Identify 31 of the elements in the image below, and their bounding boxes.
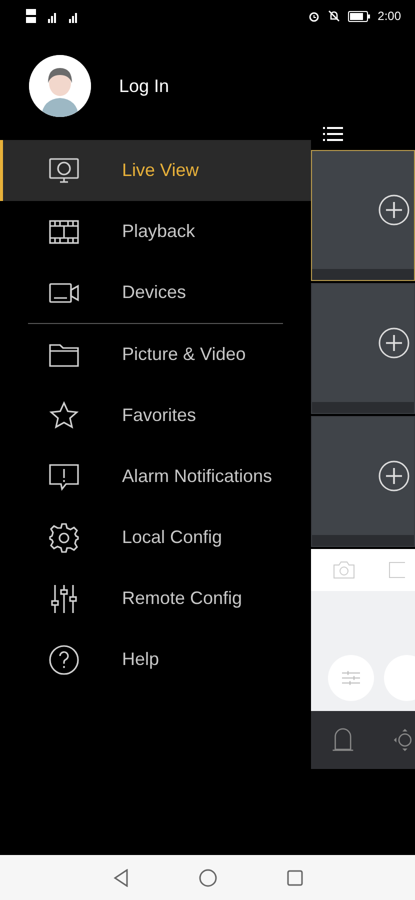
menu-item[interactable]: Devices	[0, 262, 311, 323]
add-icon[interactable]	[378, 194, 410, 226]
sliders-icon	[342, 671, 360, 685]
menu-item[interactable]: Picture & Video	[0, 324, 311, 385]
battery-icon	[348, 10, 370, 22]
help-icon	[48, 644, 80, 676]
menu-item[interactable]: Local Config	[0, 507, 311, 568]
menu-item[interactable]: Remote Config	[0, 568, 311, 629]
login-link[interactable]: Log In	[119, 72, 170, 100]
alarm-icon	[308, 10, 320, 22]
list-icon[interactable]	[323, 126, 343, 142]
video-tile[interactable]	[311, 283, 415, 414]
star-icon	[48, 400, 80, 432]
add-icon[interactable]	[378, 327, 410, 359]
menu-item[interactable]: Favorites	[0, 385, 311, 446]
menu-item[interactable]: Playback	[0, 201, 311, 262]
video-tile[interactable]	[311, 416, 415, 547]
video-tile[interactable]	[311, 150, 415, 281]
gear-icon	[48, 522, 80, 554]
alarm-light-icon[interactable]	[331, 726, 355, 754]
sliders-icon	[48, 582, 80, 614]
menu-item[interactable]: Help	[0, 629, 311, 690]
menu-item[interactable]: Alarm Notifications	[0, 446, 311, 507]
avatar-icon	[29, 55, 91, 117]
add-icon[interactable]	[378, 460, 410, 492]
muted-bell-icon	[328, 10, 340, 22]
back-icon[interactable]	[112, 868, 128, 886]
recents-icon[interactable]	[286, 870, 302, 886]
clock-time: 2:00	[378, 8, 401, 25]
home-icon[interactable]	[198, 868, 216, 886]
menu-item[interactable]: Live View	[0, 140, 311, 201]
